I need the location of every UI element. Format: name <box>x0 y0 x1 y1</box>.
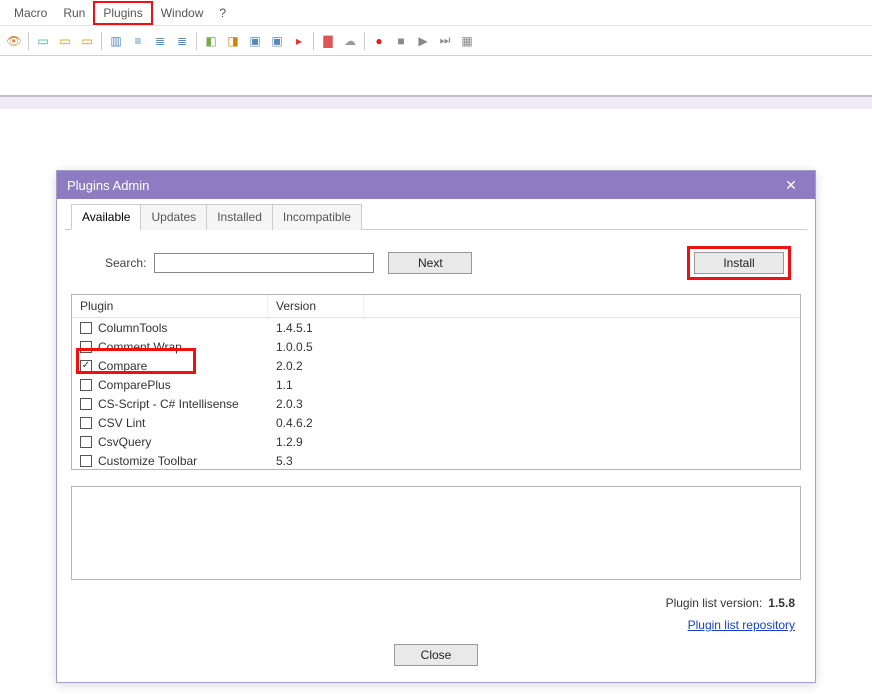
col-rest-header <box>364 295 800 317</box>
tab-updates[interactable]: Updates <box>140 204 207 230</box>
dialog-body: AvailableUpdatesInstalledIncompatible Se… <box>57 199 815 682</box>
doc-area <box>0 97 872 109</box>
plugin-version: 2.0.2 <box>268 359 364 373</box>
menu-macro[interactable]: Macro <box>6 3 55 23</box>
stop-icon[interactable]: ■ <box>391 31 411 51</box>
plugin-checkbox[interactable] <box>80 398 92 410</box>
search-input[interactable] <box>154 253 374 273</box>
table-row[interactable]: ComparePlus 1.1 <box>72 375 800 394</box>
menu-plugins[interactable]: Plugins <box>93 1 152 25</box>
install-button[interactable]: Install <box>694 252 784 274</box>
separator <box>364 32 365 50</box>
plugin-version: 1.4.5.1 <box>268 321 364 335</box>
col-version-header[interactable]: Version <box>268 295 364 317</box>
plugin-list-version-label: Plugin list version: <box>666 596 763 610</box>
plugin-version: 0.4.6.2 <box>268 416 364 430</box>
outdent2-icon[interactable]: ≣ <box>172 31 192 51</box>
doc1-icon[interactable]: ▭ <box>33 31 53 51</box>
plugin-name: ComparePlus <box>98 378 171 392</box>
plugin-checkbox[interactable] <box>80 341 92 353</box>
table-row[interactable]: ColumnTools 1.4.5.1 <box>72 318 800 337</box>
separator <box>101 32 102 50</box>
close-button[interactable]: Close <box>394 644 478 666</box>
install-highlight: Install <box>687 246 791 280</box>
tab-incompatible[interactable]: Incompatible <box>272 204 362 230</box>
table-row[interactable]: CSV Lint 0.4.6.2 <box>72 413 800 432</box>
save-rec-icon[interactable]: ▦ <box>457 31 477 51</box>
link-row: Plugin list repository <box>65 612 807 636</box>
flag-icon[interactable]: ▸ <box>289 31 309 51</box>
plugin-version: 5.3 <box>268 454 364 468</box>
toolbar: 👁▭▭▭▥≡≣≣◧◨▣▣▸▇☁●■▶⏭▦ <box>0 26 872 56</box>
table-row[interactable]: Customize Toolbar 5.3 <box>72 451 800 469</box>
separator <box>28 32 29 50</box>
footer-row: Plugin list version: 1.5.8 <box>65 580 807 612</box>
fwd-icon[interactable]: ⏭ <box>435 31 455 51</box>
plugin-checkbox[interactable] <box>80 379 92 391</box>
eye-icon[interactable]: 👁 <box>4 31 24 51</box>
docx-icon[interactable]: ▭ <box>77 31 97 51</box>
close-icon[interactable]: ✕ <box>777 177 805 194</box>
plugin-checkbox[interactable] <box>80 436 92 448</box>
plugin-name: Customize Toolbar <box>98 454 197 468</box>
table-header: Plugin Version <box>72 295 800 318</box>
table-row[interactable]: Comment Wrap 1.0.0.5 <box>72 337 800 356</box>
plugin-name: CSV Lint <box>98 416 145 430</box>
indent-icon[interactable]: ≡ <box>128 31 148 51</box>
plugin-name: Comment Wrap <box>98 340 182 354</box>
plugin-table: Plugin Version ColumnTools 1.4.5.1 Comment… <box>71 294 801 470</box>
tab-row: AvailableUpdatesInstalledIncompatible <box>65 203 807 230</box>
dialog-titlebar: Plugins Admin ✕ <box>57 171 815 199</box>
doc2-icon[interactable]: ▭ <box>55 31 75 51</box>
plugin-checkbox[interactable] <box>80 322 92 334</box>
tab-installed[interactable]: Installed <box>206 204 273 230</box>
rec-icon[interactable]: ● <box>369 31 389 51</box>
col-plugin-header[interactable]: Plugin <box>72 295 268 317</box>
outdent1-icon[interactable]: ≣ <box>150 31 170 51</box>
plugin-name: Compare <box>98 359 147 373</box>
separator <box>313 32 314 50</box>
table-row[interactable]: CS-Script - C# Intellisense 2.0.3 <box>72 394 800 413</box>
close-row: Close <box>65 636 807 672</box>
tool3-icon[interactable]: ▣ <box>245 31 265 51</box>
plugin-name: CsvQuery <box>98 435 151 449</box>
separator <box>196 32 197 50</box>
plugin-checkbox[interactable] <box>80 455 92 467</box>
next-button[interactable]: Next <box>388 252 472 274</box>
plugin-name: CS-Script - C# Intellisense <box>98 397 239 411</box>
menu-run[interactable]: Run <box>55 3 93 23</box>
search-row: Search: Next Install <box>65 242 807 294</box>
table-row[interactable]: CsvQuery 1.2.9 <box>72 432 800 451</box>
table-rows[interactable]: ColumnTools 1.4.5.1 Comment Wrap 1.0.0.5 ✓ Co… <box>72 318 800 469</box>
folder-icon[interactable]: ▇ <box>318 31 338 51</box>
plugin-checkbox[interactable] <box>80 417 92 429</box>
gutter-icon[interactable]: ▥ <box>106 31 126 51</box>
menu-window[interactable]: Window <box>153 3 212 23</box>
tool1-icon[interactable]: ◧ <box>201 31 221 51</box>
plugins-admin-dialog: Plugins Admin ✕ AvailableUpdatesInstalle… <box>56 170 816 683</box>
plugin-checkbox[interactable]: ✓ <box>80 360 92 372</box>
dialog-title-text: Plugins Admin <box>67 178 149 193</box>
menu-bar: MacroRunPluginsWindow? <box>0 0 872 26</box>
tool2-icon[interactable]: ◨ <box>223 31 243 51</box>
tool4-icon[interactable]: ▣ <box>267 31 287 51</box>
plugin-version: 1.0.0.5 <box>268 340 364 354</box>
tab-available[interactable]: Available <box>71 204 141 230</box>
plugin-list-repository-link[interactable]: Plugin list repository <box>688 618 795 632</box>
plugin-description-box[interactable] <box>71 486 801 580</box>
plugin-list-version-value: 1.5.8 <box>768 596 795 610</box>
plugin-name: ColumnTools <box>98 321 167 335</box>
plugin-version: 1.2.9 <box>268 435 364 449</box>
cloud-icon[interactable]: ☁ <box>340 31 360 51</box>
table-row[interactable]: ✓ Compare 2.0.2 <box>72 356 800 375</box>
plugin-version: 2.0.3 <box>268 397 364 411</box>
search-label: Search: <box>105 256 146 270</box>
menu-?[interactable]: ? <box>211 3 234 23</box>
plugin-version: 1.1 <box>268 378 364 392</box>
play-icon[interactable]: ▶ <box>413 31 433 51</box>
